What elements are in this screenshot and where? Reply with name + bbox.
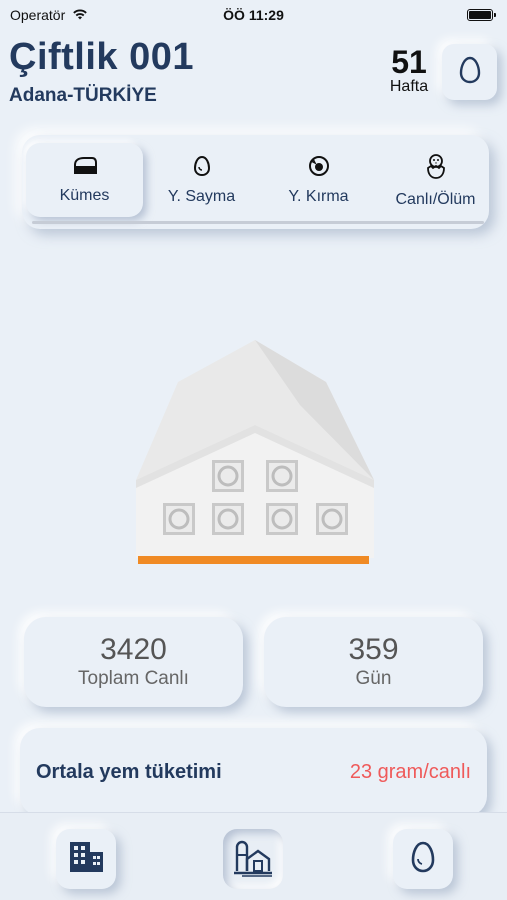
tab-bar: Kümes Y. Sayma Y. Kırma Canlı/Ölüm [22, 135, 489, 229]
battery-icon [467, 9, 496, 21]
days-label: Gün [355, 668, 392, 689]
egg-icon [192, 155, 212, 182]
tab-label: Y. Sayma [167, 187, 236, 205]
tab-label: Kümes [59, 186, 110, 204]
bottom-nav [0, 812, 507, 900]
carrier-label: Operatör [10, 7, 66, 23]
horizontal-scrollbar[interactable] [32, 221, 484, 224]
total-alive-value: 3420 [100, 633, 167, 666]
tab-canli-olum[interactable]: Canlı/Ölüm [377, 143, 489, 217]
week-number: 51 [391, 44, 427, 80]
status-left: Operatör [10, 7, 89, 24]
total-alive-label: Toplam Canlı [78, 668, 189, 689]
egg-icon [410, 841, 436, 878]
total-alive-card: 3420 Toplam Canlı [24, 617, 243, 707]
feed-value: 23 gram/canlı [349, 760, 471, 783]
buildings-icon [66, 840, 106, 879]
nav-egg-button[interactable] [393, 829, 453, 889]
tab-kumes[interactable]: Kümes [26, 143, 143, 217]
tab-y-sayma[interactable]: Y. Sayma [143, 143, 260, 217]
nav-farm-button[interactable] [223, 829, 283, 889]
week-label: Hafta [389, 78, 429, 95]
chick-icon [424, 152, 448, 185]
week-indicator: 51 Hafta [384, 46, 434, 96]
farm-icon [232, 837, 274, 882]
coop-icon [72, 156, 98, 181]
farm-title: Çiftlik 001 [9, 36, 195, 78]
egg-icon [459, 56, 481, 89]
tab-label: Y. Kırma [288, 187, 349, 205]
nav-buildings-button[interactable] [56, 829, 116, 889]
status-time: ÖÖ 11:29 [223, 7, 284, 23]
days-card: 359 Gün [264, 617, 483, 707]
tab-y-kirma[interactable]: Y. Kırma [260, 143, 377, 217]
egg-button[interactable] [442, 44, 497, 100]
feed-label: Ortala yem tüketimi [36, 760, 222, 783]
wifi-icon [71, 7, 89, 24]
feed-consumption-card: Ortala yem tüketimi 23 gram/canlı [20, 728, 487, 816]
barn-illustration [130, 330, 380, 570]
tab-label: Canlı/Ölüm [395, 190, 476, 208]
farm-location: Adana-TÜRKİYE [9, 85, 157, 106]
broken-egg-icon [307, 155, 331, 182]
tab-row: Kümes Y. Sayma Y. Kırma Canlı/Ölüm [26, 143, 489, 217]
days-value: 359 [348, 633, 399, 666]
status-bar: Operatör ÖÖ 11:29 [0, 0, 507, 30]
